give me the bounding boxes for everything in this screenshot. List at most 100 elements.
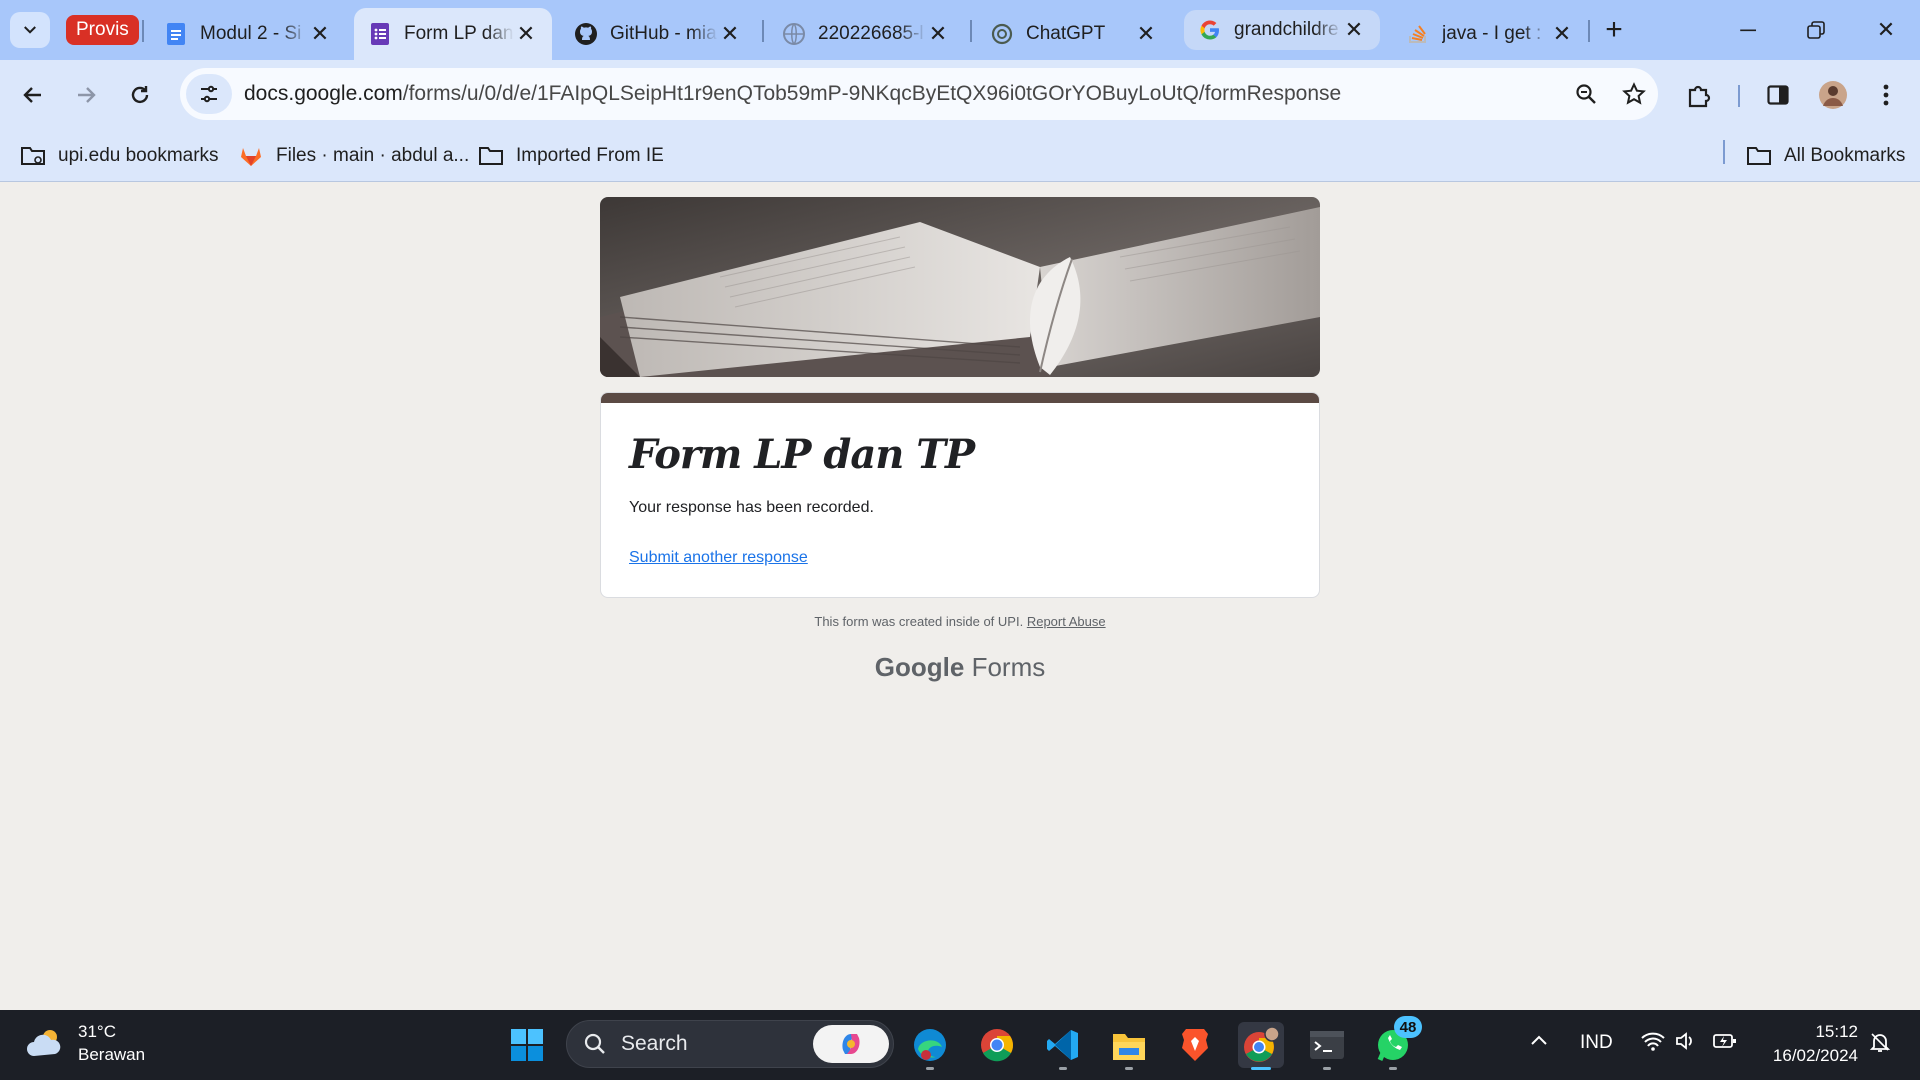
browser-toolbar: docs.google.com/forms/u/0/d/e/1FAIpQLSei…: [0, 60, 1920, 130]
new-tab-button[interactable]: +: [1598, 13, 1630, 46]
chevron-up-icon: [1531, 1035, 1547, 1045]
submit-another-response-link[interactable]: Submit another response: [629, 549, 808, 567]
show-hidden-icons-button[interactable]: [1528, 1030, 1550, 1058]
google-icon: [1198, 18, 1222, 42]
volume-status[interactable]: [1674, 1030, 1698, 1058]
start-button[interactable]: [504, 1022, 550, 1068]
taskbar-chrome-profile[interactable]: [1238, 1022, 1284, 1070]
url-path: /forms/u/0/d/e/1FAIpQLSeipHt1r9enQTob59m…: [402, 82, 1342, 105]
running-indicator: [1059, 1067, 1067, 1070]
tab-title: 220226685-l: [818, 23, 924, 44]
bookmark-gitlab[interactable]: Files · main · abdul a...: [238, 140, 469, 172]
close-window-button[interactable]: ✕: [1858, 10, 1914, 50]
tab-strip: Provis Modul 2 - Si ✕ Form LP dan ✕ GitH…: [0, 0, 1920, 60]
taskbar-whatsapp[interactable]: 48: [1370, 1016, 1422, 1070]
tune-icon: [201, 85, 217, 103]
tab-modul-2[interactable]: Modul 2 - Si ✕: [150, 8, 346, 60]
bookmark-label: Imported From IE: [516, 145, 664, 166]
zoom-icon: [1576, 84, 1596, 104]
close-icon[interactable]: ✕: [1342, 17, 1366, 42]
bookmark-imported-ie[interactable]: Imported From IE: [478, 140, 664, 172]
stackoverflow-icon: [1406, 22, 1430, 46]
tab-form-lp[interactable]: Form LP dan ✕: [354, 8, 552, 60]
bookmark-upi[interactable]: upi.edu bookmarks: [20, 140, 219, 172]
zoom-button[interactable]: [1566, 74, 1606, 114]
wifi-status[interactable]: [1640, 1030, 1666, 1058]
weather-widget[interactable]: 31°C Berawan: [26, 1020, 145, 1066]
bookmark-star-button[interactable]: [1614, 74, 1654, 114]
tab-group-chip[interactable]: Provis: [66, 15, 139, 45]
google-forms-logo: Google Forms: [600, 652, 1320, 683]
chatgpt-icon: [990, 22, 1014, 46]
chrome-profile-icon: [1244, 1026, 1280, 1062]
url-text[interactable]: docs.google.com/forms/u/0/d/e/1FAIpQLSei…: [244, 82, 1341, 106]
running-indicator: [1389, 1067, 1397, 1070]
back-button[interactable]: [13, 75, 53, 115]
taskbar-terminal[interactable]: [1304, 1022, 1350, 1070]
close-icon[interactable]: ✕: [514, 21, 538, 46]
gitlab-icon: [238, 143, 264, 169]
tab-220226685[interactable]: 220226685-l ✕: [768, 8, 964, 60]
vscode-icon: [1047, 1030, 1078, 1060]
tab-separator: [142, 20, 144, 42]
taskbar-search-box[interactable]: Search: [566, 1020, 894, 1068]
taskbar-vscode[interactable]: [1040, 1022, 1086, 1070]
tab-search-button[interactable]: [10, 12, 50, 48]
side-panel-button[interactable]: [1758, 75, 1798, 115]
search-icon: [584, 1033, 605, 1054]
card-accent-bar: [601, 393, 1319, 403]
reload-button[interactable]: [120, 75, 160, 115]
side-panel-icon: [1767, 85, 1789, 105]
forward-button[interactable]: [66, 75, 106, 115]
report-abuse-link[interactable]: Report Abuse: [1027, 614, 1106, 629]
close-icon[interactable]: ✕: [1134, 21, 1158, 46]
plus-icon: +: [1605, 13, 1623, 46]
language-indicator[interactable]: IND: [1580, 1032, 1613, 1054]
running-indicator: [1323, 1067, 1331, 1070]
puzzle-icon: [1688, 85, 1711, 108]
weather-condition: Berawan: [78, 1045, 146, 1064]
minimize-button[interactable]: ─: [1720, 10, 1776, 50]
close-icon[interactable]: ✕: [926, 21, 950, 46]
bookmark-label: Files · main · abdul a...: [276, 145, 470, 166]
running-indicator: [1125, 1067, 1133, 1070]
close-icon[interactable]: ✕: [718, 21, 742, 46]
taskbar-chrome[interactable]: [974, 1022, 1020, 1068]
all-bookmarks[interactable]: All Bookmarks: [1746, 140, 1905, 172]
volume-icon: [1676, 1032, 1692, 1050]
tab-github[interactable]: GitHub - mia ✕: [560, 8, 756, 60]
tab-java[interactable]: java - I get : ✕: [1392, 8, 1588, 60]
menu-button[interactable]: [1866, 75, 1906, 115]
close-icon[interactable]: ✕: [1550, 21, 1574, 46]
notification-bell-icon: [1869, 1033, 1891, 1052]
forms-icon: [368, 22, 392, 46]
folder-icon: [1746, 143, 1772, 169]
taskbar-edge[interactable]: [907, 1022, 953, 1070]
star-icon: [1622, 82, 1646, 105]
address-bar[interactable]: docs.google.com/forms/u/0/d/e/1FAIpQLSei…: [180, 68, 1658, 120]
copilot-button[interactable]: [813, 1025, 889, 1063]
globe-icon: [782, 22, 806, 46]
site-info-button[interactable]: [186, 74, 232, 114]
more-vert-icon: [1883, 84, 1889, 106]
system-clock[interactable]: 15:12 16/02/2024: [1758, 1020, 1858, 1068]
tab-google[interactable]: grandchildre ✕: [1184, 10, 1380, 50]
tab-chatgpt[interactable]: ChatGPT ✕: [976, 8, 1172, 60]
battery-status[interactable]: [1712, 1030, 1738, 1058]
form-footer: This form was created inside of UPI. Rep…: [600, 614, 1320, 629]
running-indicator: [1251, 1067, 1271, 1070]
close-icon[interactable]: ✕: [308, 21, 332, 46]
extensions-button[interactable]: [1679, 75, 1719, 115]
restore-button[interactable]: [1788, 10, 1844, 50]
logo-google-text: Google: [874, 652, 965, 682]
clock-date: 16/02/2024: [1772, 1046, 1858, 1065]
profile-button[interactable]: [1813, 75, 1853, 115]
confirmation-message: Your response has been recorded.: [629, 499, 874, 516]
close-icon: ✕: [1876, 17, 1896, 42]
taskbar-file-explorer[interactable]: [1106, 1022, 1152, 1070]
taskbar-brave[interactable]: [1172, 1022, 1218, 1068]
github-icon: [574, 22, 598, 46]
bookmark-label: upi.edu bookmarks: [58, 145, 219, 166]
notification-center-button[interactable]: [1868, 1030, 1892, 1060]
form-title: Form LP dan TP: [629, 431, 975, 478]
